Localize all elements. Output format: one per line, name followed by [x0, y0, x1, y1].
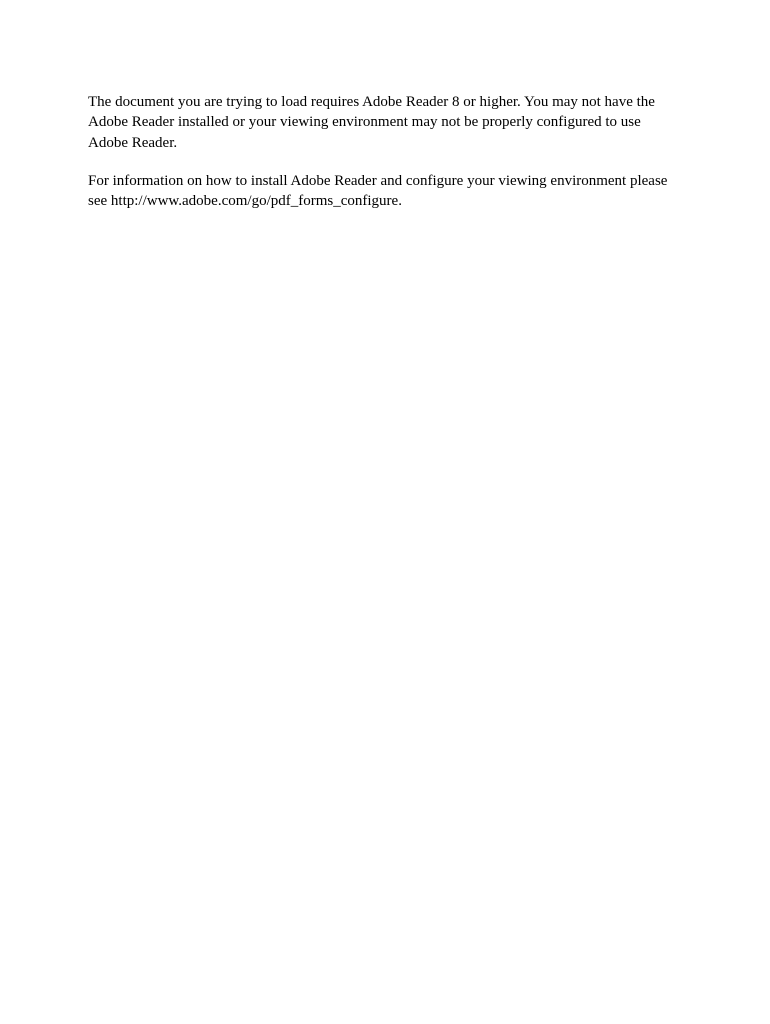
error-message-paragraph-1: The document you are trying to load requ… [88, 92, 682, 153]
document-page: The document you are trying to load requ… [0, 0, 770, 211]
error-message-paragraph-2: For information on how to install Adobe … [88, 171, 682, 212]
